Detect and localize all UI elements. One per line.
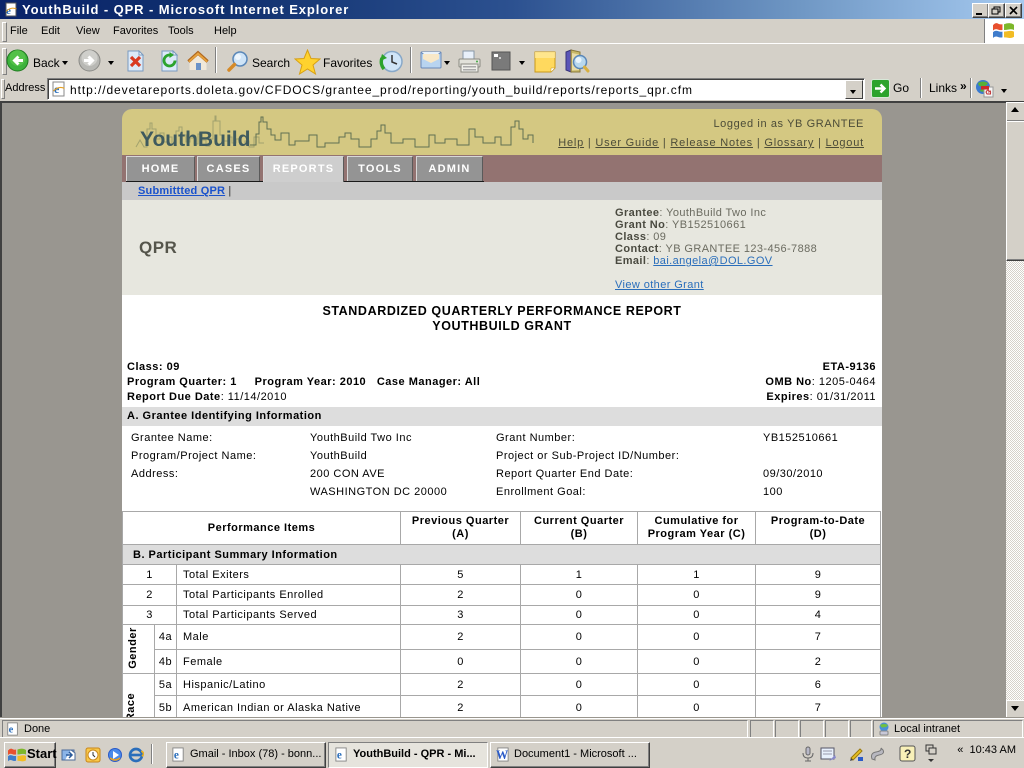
svg-text:?: ? bbox=[904, 747, 911, 761]
svg-text:e: e bbox=[54, 82, 60, 96]
svg-text:e: e bbox=[174, 749, 179, 761]
svg-text:W: W bbox=[496, 748, 508, 762]
svg-text:e: e bbox=[337, 749, 342, 761]
svg-text:e: e bbox=[9, 725, 14, 736]
